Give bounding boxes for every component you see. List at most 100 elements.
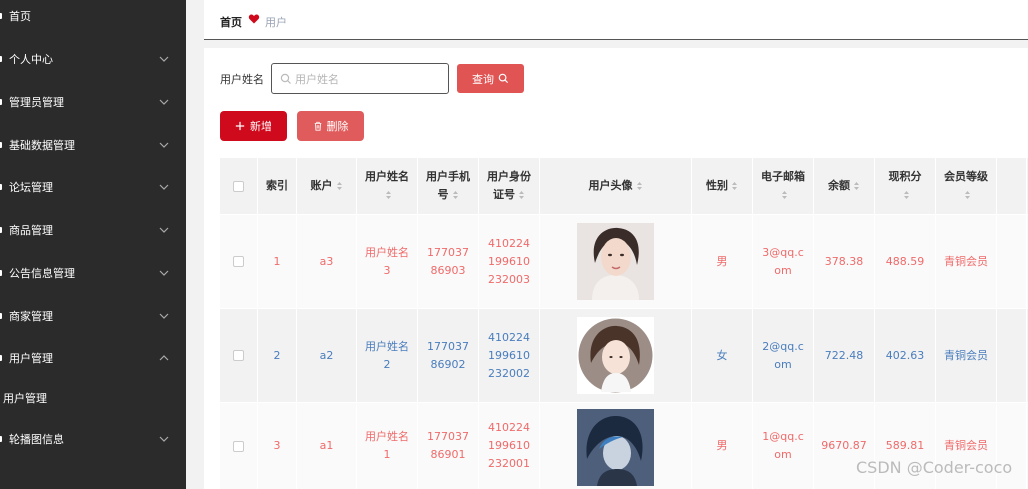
sort-icon[interactable] [731, 181, 738, 191]
breadcrumb-current: 用户 [265, 16, 287, 29]
checkbox[interactable] [233, 350, 244, 361]
sidebar-item-label: 商品管理 [9, 224, 53, 237]
sidebar-item-goods[interactable]: 商品管理 [0, 216, 186, 244]
header-points[interactable]: 现积分 [875, 158, 936, 214]
row-select[interactable] [220, 215, 258, 308]
sidebar-item-label: 用户管理 [3, 392, 47, 405]
breadcrumb: 首页 用户 [204, 0, 1028, 40]
sort-icon[interactable] [903, 190, 910, 200]
cell-balance: 378.38 [814, 215, 875, 308]
chevron-down-icon [159, 270, 169, 276]
header-avatar[interactable]: 用户头像 [540, 158, 692, 214]
cell-account: a3 [297, 215, 357, 308]
sidebar-item-carousel[interactable]: 轮播图信息 [0, 425, 186, 453]
sidebar-item-admin[interactable]: 管理员管理 [0, 88, 186, 116]
sidebar-item-merchant[interactable]: 商家管理 [0, 302, 186, 330]
cell-account: a1 [297, 403, 357, 489]
sidebar-item-label: 论坛管理 [9, 181, 53, 194]
menu-marker-icon [0, 142, 2, 148]
cell-gender: 女 [692, 309, 753, 402]
sidebar-item-label: 个人中心 [9, 53, 53, 66]
menu-marker-icon [0, 56, 2, 62]
menu-marker-icon [0, 99, 2, 105]
cell-idcard: 410224199610232002 [479, 309, 540, 402]
chevron-down-icon [159, 313, 169, 319]
sidebar-item-label: 用户管理 [9, 352, 53, 365]
header-email[interactable]: 电子邮箱 [753, 158, 814, 214]
trash-icon [314, 121, 321, 131]
header-gender[interactable]: 性别 [692, 158, 753, 214]
header-phone[interactable]: 用户手机号 [418, 158, 479, 214]
sort-icon[interactable] [964, 190, 971, 200]
cell-account: a2 [297, 309, 357, 402]
sort-icon[interactable] [636, 181, 643, 191]
header-extra [997, 158, 1027, 214]
cell-idcard: 410224199610232003 [479, 215, 540, 308]
cell-phone: 17703786901 [418, 403, 479, 489]
add-button[interactable]: 新增 [220, 111, 287, 141]
cell-name: 用户姓名3 [357, 215, 418, 308]
sort-icon[interactable] [452, 190, 459, 200]
sort-icon[interactable] [781, 190, 788, 200]
header-name[interactable]: 用户姓名 [357, 158, 418, 214]
cell-idcard: 410224199610232001 [479, 403, 540, 489]
search-icon [280, 73, 291, 84]
header-idcard[interactable]: 用户身份证号 [479, 158, 540, 214]
girl-avatar [577, 317, 654, 394]
chevron-down-icon [159, 56, 169, 62]
sidebar-item-notice[interactable]: 公告信息管理 [0, 259, 186, 287]
menu-marker-icon [0, 227, 2, 233]
sidebar-item-basic-data[interactable]: 基础数据管理 [0, 131, 186, 159]
sort-icon[interactable] [853, 181, 860, 191]
cell-avatar [540, 309, 692, 402]
menu-marker-icon [0, 184, 2, 190]
cell-index: 2 [258, 309, 297, 402]
sidebar-item-label: 首页 [9, 10, 31, 23]
cell-email: 2@qq.com [753, 309, 814, 402]
header-select-all[interactable] [220, 158, 258, 214]
cell-name: 用户姓名1 [357, 403, 418, 489]
cell-points: 402.63 [875, 309, 936, 402]
sidebar-item-forum[interactable]: 论坛管理 [0, 173, 186, 201]
sort-icon[interactable] [385, 190, 392, 200]
header-account[interactable]: 账户 [297, 158, 357, 214]
table-row[interactable]: 2 a2 用户姓名2 17703786902 41022419961023200… [220, 309, 1028, 402]
sort-icon[interactable] [518, 190, 525, 200]
cell-gender: 男 [692, 403, 753, 489]
sidebar-item-profile[interactable]: 个人中心 [0, 45, 186, 73]
cell-points: 488.59 [875, 215, 936, 308]
row-select[interactable] [220, 403, 258, 489]
chevron-down-icon [159, 142, 169, 148]
menu-marker-icon [0, 270, 2, 276]
cell-avatar [540, 403, 692, 489]
header-index: 索引 [258, 158, 297, 214]
checkbox[interactable] [233, 256, 244, 267]
header-level[interactable]: 会员等级 [936, 158, 997, 214]
table-row[interactable]: 1 a3 用户姓名3 17703786903 41022419961023200… [220, 215, 1028, 308]
delete-button[interactable]: 删除 [297, 111, 364, 141]
header-balance[interactable]: 余额 [814, 158, 875, 214]
cell-gender: 男 [692, 215, 753, 308]
menu-marker-icon [0, 355, 2, 361]
menu-marker-icon [0, 436, 2, 442]
search-field[interactable] [271, 63, 449, 94]
cell-level: 青铜会员 [936, 215, 997, 308]
woman-avatar [577, 223, 654, 300]
sidebar-item-label: 管理员管理 [9, 96, 64, 109]
search-label: 用户姓名 [220, 73, 264, 86]
cell-email: 1@qq.com [753, 403, 814, 489]
sidebar-item-users[interactable]: 用户管理 [0, 344, 186, 372]
sort-icon[interactable] [336, 181, 343, 191]
boy-avatar [577, 409, 654, 486]
checkbox[interactable] [233, 440, 244, 452]
chevron-up-icon [159, 355, 169, 361]
sidebar-subitem-users[interactable]: 用户管理 [0, 384, 186, 412]
row-select[interactable] [220, 309, 258, 402]
checkbox[interactable] [233, 180, 244, 192]
breadcrumb-home[interactable]: 首页 [220, 14, 242, 30]
sidebar-item-label: 公告信息管理 [9, 267, 75, 280]
watermark: CSDN @Coder-coco [856, 458, 1013, 477]
sidebar-item-home[interactable]: 首页 [0, 2, 186, 30]
search-input[interactable] [295, 70, 443, 88]
query-button[interactable]: 查询 [457, 64, 524, 93]
